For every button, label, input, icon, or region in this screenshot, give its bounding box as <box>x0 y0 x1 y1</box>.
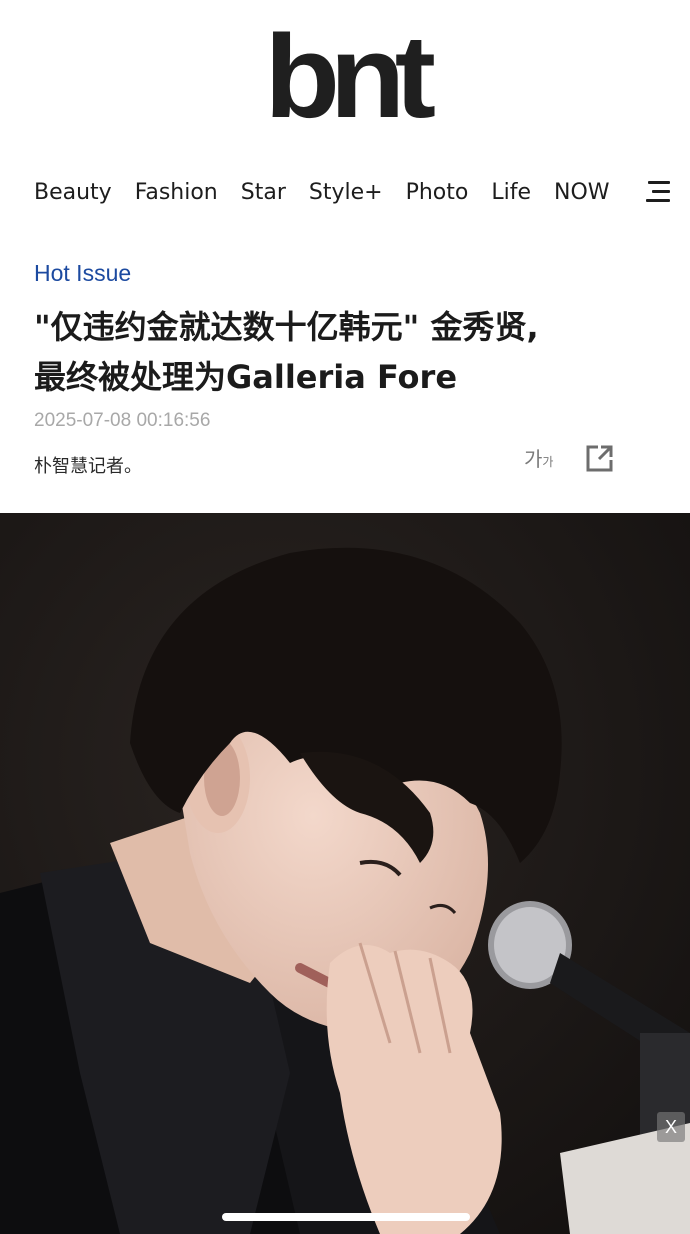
font-size-icon[interactable]: 가가 <box>524 443 553 472</box>
font-size-icon-small: 가 <box>542 455 554 469</box>
nav-item-star[interactable]: Star <box>241 180 286 205</box>
font-size-icon-large: 가 <box>524 447 543 471</box>
nav-item-photo[interactable]: Photo <box>406 180 469 205</box>
nav-item-style-plus[interactable]: Style+ <box>309 180 383 205</box>
home-indicator[interactable] <box>222 1213 470 1221</box>
article-timestamp: 2025-07-08 00:16:56 <box>34 410 211 431</box>
article-category[interactable]: Hot Issue <box>34 260 131 287</box>
hamburger-menu-icon[interactable] <box>646 181 670 203</box>
article-title: "仅违约金就达数十亿韩元" 金秀贤, 最终被处理为Galleria Fore <box>34 302 664 402</box>
nav-item-fashion[interactable]: Fashion <box>135 180 218 205</box>
nav-item-life[interactable]: Life <box>491 180 531 205</box>
article-photo <box>0 513 690 1234</box>
close-ad-button[interactable]: X <box>657 1112 685 1142</box>
article-photo-illustration <box>0 513 690 1234</box>
article-title-line-1: "仅违约金就达数十亿韩元" 金秀贤, <box>34 308 539 346</box>
share-icon[interactable] <box>584 442 616 474</box>
bnt-logo[interactable]: bnt <box>0 18 690 136</box>
nav-item-beauty[interactable]: Beauty <box>34 180 112 205</box>
main-nav: Beauty Fashion Star Style+ Photo Life NO… <box>34 170 674 214</box>
article-title-line-2: 最终被处理为Galleria Fore <box>34 358 458 396</box>
nav-item-now[interactable]: NOW <box>554 180 610 205</box>
article-page: bnt Beauty Fashion Star Style+ Photo Lif… <box>0 0 690 1234</box>
article-byline: 朴智慧记者。 <box>34 456 142 477</box>
